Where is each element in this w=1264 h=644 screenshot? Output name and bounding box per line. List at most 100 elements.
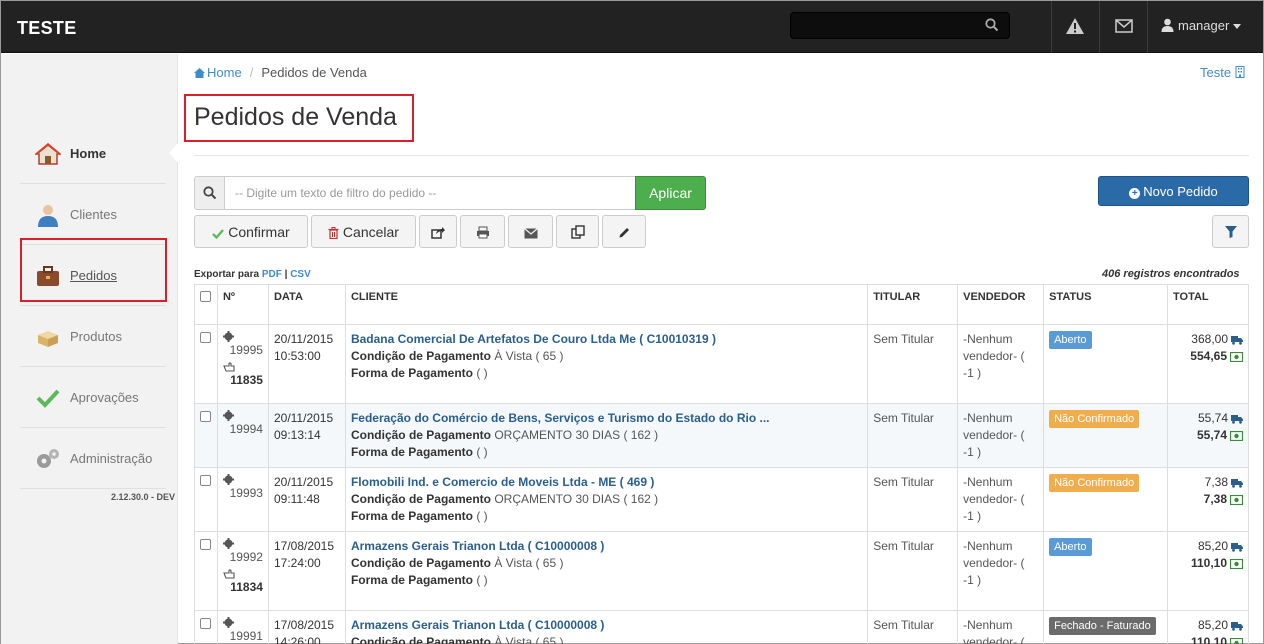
- row-checkbox[interactable]: [200, 539, 211, 550]
- table-row[interactable]: 19991 17/08/2015 14:26:00 Armazens Gerais…: [194, 610, 1249, 644]
- order-time: 09:11:48: [273, 492, 320, 506]
- sidebar-item-label: Produtos: [70, 329, 123, 344]
- export-csv-link[interactable]: CSV: [290, 269, 311, 280]
- money-icon: [1229, 494, 1244, 506]
- status-badge: Não Confirmado: [1049, 410, 1140, 428]
- export-pdf-link[interactable]: PDF: [262, 269, 282, 280]
- select-all-checkbox[interactable]: [200, 291, 211, 302]
- email-button[interactable]: [508, 215, 553, 248]
- orders-table: Nº DATA CLIENTE TITULAR VENDEDOR STATUS …: [194, 284, 1249, 644]
- sidebar-item-home[interactable]: Home: [20, 124, 166, 184]
- sidebar-item-label: Clientes: [70, 207, 117, 222]
- user-icon: [1161, 18, 1174, 32]
- version-label: 2.12.30.0 - DEV: [111, 492, 176, 502]
- top-navbar: TESTE manager: [1, 1, 1263, 53]
- order-reference[interactable]: 11835: [223, 359, 263, 389]
- column-header[interactable]: VENDEDOR: [957, 284, 1045, 325]
- row-checkbox[interactable]: [200, 618, 211, 629]
- sidebar-item-produtos[interactable]: Produtos: [20, 307, 166, 367]
- total-products: 368,00: [1173, 331, 1243, 348]
- column-header[interactable]: DATA: [267, 284, 346, 325]
- check-icon: [212, 228, 225, 239]
- total-order: 7,38: [1173, 491, 1244, 508]
- gear-icon[interactable]: [222, 617, 234, 628]
- records-count: 406 registros encontrados: [1102, 268, 1240, 280]
- column-header[interactable]: CLIENTE: [344, 284, 869, 325]
- client-link[interactable]: Federação do Comércio de Bens, Serviços …: [351, 411, 770, 425]
- sidebar-item-clientes[interactable]: Clientes: [20, 185, 166, 245]
- table-row[interactable]: 19993 20/11/2015 09:11:48 Flomobili Ind. …: [194, 467, 1249, 532]
- client-link[interactable]: Flomobili Ind. e Comercio de Moveis Ltda…: [351, 475, 654, 489]
- hand-pointer-icon: [223, 569, 235, 579]
- breadcrumb-current: Pedidos de Venda: [261, 65, 367, 80]
- breadcrumb-home[interactable]: Home: [194, 65, 242, 80]
- sidebar-item-label: Aprovações: [70, 390, 139, 405]
- sidebar-item-label: Home: [70, 146, 107, 161]
- filter-button[interactable]: [1212, 215, 1249, 248]
- column-header[interactable]: Nº: [216, 284, 269, 325]
- house-icon: [35, 143, 61, 165]
- truck-icon: [1231, 415, 1243, 424]
- sidebar-item-aprovacoes[interactable]: Aprovações: [20, 368, 166, 428]
- new-order-button[interactable]: + Novo Pedido: [1098, 176, 1249, 206]
- gear-icon[interactable]: [222, 538, 234, 549]
- user-menu[interactable]: manager: [1161, 18, 1242, 33]
- order-date: 17/08/2015: [273, 618, 335, 632]
- row-checkbox[interactable]: [200, 411, 211, 422]
- active-indicator: [169, 142, 179, 164]
- order-time: 17:24:00: [273, 556, 321, 570]
- check-icon: [36, 389, 60, 408]
- filter-input[interactable]: [224, 176, 636, 210]
- order-number: 19995: [229, 343, 263, 357]
- gear-icon[interactable]: [222, 474, 234, 485]
- total-order: 110,10: [1173, 634, 1244, 644]
- order-number: 19992: [229, 550, 263, 564]
- client-link[interactable]: Armazens Gerais Trianon Ltda ( C10000008…: [351, 618, 604, 632]
- apply-button[interactable]: Aplicar: [635, 176, 706, 210]
- sidebar-item-administracao[interactable]: Administração: [20, 429, 166, 489]
- user-name: manager: [1178, 18, 1230, 33]
- hand-pointer-icon: [223, 362, 235, 372]
- gear-icon[interactable]: [222, 331, 234, 342]
- vendedor-cell: -Nenhum vendedor- ( -1 ): [957, 403, 1045, 468]
- table-row[interactable]: 19995 11835 20/11/2015 10:53:00 Badana Co…: [194, 324, 1249, 404]
- status-badge: Aberto: [1049, 331, 1092, 349]
- truck-icon: [1231, 336, 1243, 345]
- payment-method: ( ): [476, 445, 488, 459]
- order-number: 19993: [229, 486, 263, 500]
- boxes-icon: [38, 331, 58, 347]
- select-all-cell: [194, 284, 218, 325]
- brand-logo[interactable]: TESTE: [17, 18, 77, 39]
- print-button[interactable]: [460, 215, 505, 248]
- column-header[interactable]: STATUS: [1043, 284, 1168, 325]
- building-icon: [1235, 66, 1245, 78]
- plus-circle-icon: +: [1129, 187, 1141, 199]
- column-header[interactable]: TITULAR: [867, 284, 959, 325]
- table-row[interactable]: 19994 20/11/2015 09:13:14 Federação do Co…: [194, 403, 1249, 468]
- share-button[interactable]: [419, 215, 457, 248]
- copy-button[interactable]: [556, 215, 599, 248]
- row-checkbox[interactable]: [200, 475, 211, 486]
- envelope-icon[interactable]: [1114, 16, 1134, 36]
- column-header[interactable]: TOTAL: [1167, 284, 1249, 325]
- sidebar-item-label: Administração: [70, 451, 153, 466]
- warning-icon[interactable]: [1065, 16, 1085, 36]
- envelope-icon: [523, 227, 538, 238]
- cancel-button[interactable]: Cancelar: [311, 215, 416, 248]
- client-link[interactable]: Armazens Gerais Trianon Ltda ( C10000008…: [351, 539, 604, 553]
- confirm-button[interactable]: Confirmar: [194, 215, 308, 248]
- filter-addon: [194, 176, 225, 210]
- copy-icon: [570, 224, 585, 239]
- titular-cell: Sem Titular: [867, 403, 959, 468]
- order-reference[interactable]: 11834: [223, 566, 263, 596]
- client-link[interactable]: Badana Comercial De Artefatos De Couro L…: [351, 332, 716, 346]
- edit-button[interactable]: [602, 215, 646, 248]
- row-checkbox[interactable]: [200, 332, 211, 343]
- table-row[interactable]: 19992 11834 17/08/2015 17:24:00 Armazens …: [194, 531, 1249, 611]
- payment-condition: À Vista ( 65 ): [494, 556, 564, 570]
- company-link[interactable]: Teste: [1200, 65, 1245, 80]
- global-search-input[interactable]: [790, 12, 1010, 39]
- gear-icon[interactable]: [222, 410, 234, 421]
- total-order: 110,10: [1173, 555, 1244, 572]
- vendedor-cell: -Nenhum vendedor- ( -1 ): [957, 531, 1045, 611]
